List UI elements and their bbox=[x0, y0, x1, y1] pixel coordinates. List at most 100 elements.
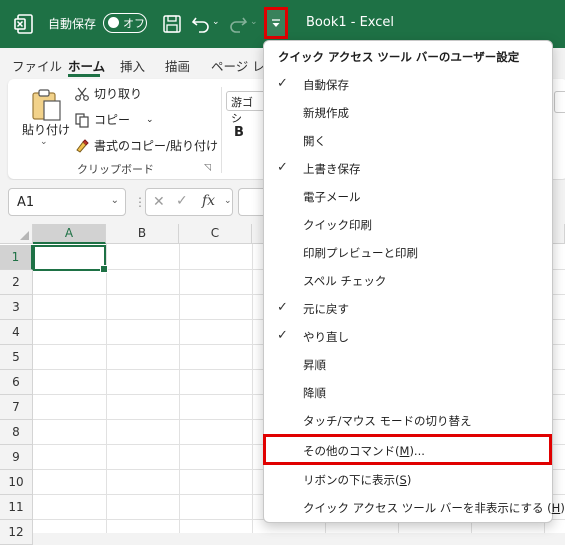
font-size-box[interactable] bbox=[554, 91, 565, 113]
row-header-5[interactable]: 5 bbox=[0, 345, 33, 370]
cut-label: 切り取り bbox=[94, 87, 143, 101]
menu-item-label: 自動保存 bbox=[303, 78, 349, 92]
cut-button[interactable]: 切り取り bbox=[74, 85, 142, 102]
menu-item-label: 元に戻す bbox=[303, 302, 349, 316]
menu-item-label: タッチ/マウス モードの切り替え bbox=[303, 414, 472, 428]
row-header-10[interactable]: 10 bbox=[0, 470, 33, 495]
insert-function-button[interactable]: fx bbox=[202, 193, 215, 209]
column-header-a[interactable]: A bbox=[33, 224, 106, 244]
menu-item-redo[interactable]: ✓ やり直し bbox=[265, 323, 551, 351]
menu-item-more-commands[interactable]: その他のコマンド(M)... bbox=[265, 437, 551, 465]
access-key: H bbox=[551, 501, 561, 515]
dialog-launcher-icon[interactable]: ◹ bbox=[204, 163, 211, 173]
access-key: S bbox=[399, 473, 407, 487]
column-header-b[interactable]: B bbox=[106, 224, 179, 244]
menu-item-sort-ascending[interactable]: 昇順 bbox=[265, 351, 551, 379]
grid-line bbox=[179, 244, 180, 533]
label-part: ) bbox=[406, 473, 412, 487]
menu-item-hide-qat[interactable]: クイック アクセス ツール バーを非表示にする (H) bbox=[265, 494, 565, 522]
menu-item-print-preview[interactable]: 印刷プレビューと印刷 bbox=[265, 239, 551, 267]
row-header-11[interactable]: 11 bbox=[0, 495, 33, 520]
format-painter-icon bbox=[76, 138, 89, 153]
qat-customize-button[interactable] bbox=[267, 10, 285, 36]
menu-item-label: 開く bbox=[303, 134, 326, 148]
select-all-button[interactable] bbox=[0, 224, 33, 244]
formula-bar-grip-icon[interactable]: ⋮ bbox=[134, 195, 146, 209]
menu-item-undo[interactable]: ✓ 元に戻す bbox=[265, 295, 551, 323]
autosave-toggle-state: オフ bbox=[123, 17, 145, 30]
column-header-c[interactable]: C bbox=[179, 224, 252, 244]
menu-item-email[interactable]: 電子メール bbox=[265, 183, 551, 211]
row-header-9[interactable]: 9 bbox=[0, 445, 33, 470]
format-painter-label: 書式のコピー/貼り付け bbox=[94, 139, 219, 153]
menu-item-label: リボンの下に表示(S) bbox=[303, 472, 411, 488]
tab-file[interactable]: ファイル bbox=[12, 56, 62, 75]
menu-item-show-below-ribbon[interactable]: リボンの下に表示(S) bbox=[265, 466, 551, 494]
enter-icon[interactable]: ✓ bbox=[176, 193, 188, 209]
grid-line bbox=[106, 244, 107, 533]
menu-item-open[interactable]: 開く bbox=[265, 127, 551, 155]
redo-dropdown-icon[interactable]: ⌄ bbox=[250, 17, 258, 27]
autosave-toggle[interactable]: オフ bbox=[103, 13, 147, 33]
row-header-8[interactable]: 8 bbox=[0, 420, 33, 445]
row-header-1[interactable]: 1 bbox=[0, 245, 33, 270]
paste-dropdown-icon[interactable]: ⌄ bbox=[40, 137, 48, 147]
font-name-box[interactable]: 游ゴシ bbox=[226, 91, 266, 125]
tab-insert[interactable]: 挿入 bbox=[120, 56, 145, 75]
menu-item-quick-print[interactable]: クイック印刷 bbox=[265, 211, 551, 239]
fill-handle[interactable] bbox=[100, 265, 108, 273]
menu-item-label: やり直し bbox=[303, 330, 349, 344]
menu-item-label: 電子メール bbox=[303, 190, 361, 204]
undo-icon[interactable] bbox=[189, 12, 213, 36]
copy-label: コピー bbox=[94, 113, 131, 127]
checkmark-icon: ✓ bbox=[277, 328, 288, 343]
menu-item-label: スペル チェック bbox=[303, 274, 387, 288]
scissors-icon bbox=[75, 87, 89, 101]
tab-home[interactable]: ホーム bbox=[68, 56, 105, 75]
paste-icon[interactable] bbox=[30, 87, 64, 123]
tab-draw[interactable]: 描画 bbox=[165, 56, 190, 75]
function-dropdown-icon[interactable]: ⌄ bbox=[224, 196, 232, 206]
copy-button[interactable]: コピー ⌄ bbox=[74, 111, 154, 128]
label-part: ) bbox=[560, 501, 565, 515]
cancel-icon[interactable]: ✕ bbox=[153, 194, 165, 210]
name-box[interactable]: A1 ⌄ bbox=[8, 188, 126, 216]
row-header-6[interactable]: 6 bbox=[0, 370, 33, 395]
undo-dropdown-icon[interactable]: ⌄ bbox=[212, 17, 220, 27]
active-cell-a1[interactable] bbox=[33, 245, 108, 273]
label-part: リボンの下に表示( bbox=[303, 473, 400, 487]
ribbon-separator bbox=[221, 87, 222, 173]
checkmark-icon: ✓ bbox=[277, 160, 288, 175]
clipboard-group-label: クリップボード bbox=[77, 163, 154, 176]
access-key: M bbox=[399, 444, 410, 458]
bold-button[interactable]: B bbox=[234, 125, 244, 140]
menu-item-save[interactable]: ✓ 上書き保存 bbox=[265, 155, 551, 183]
excel-doc-icon[interactable] bbox=[13, 13, 35, 35]
qat-dropdown-icon bbox=[272, 19, 280, 27]
name-box-dropdown-icon[interactable]: ⌄ bbox=[111, 195, 119, 206]
menu-item-spelling[interactable]: スペル チェック bbox=[265, 267, 551, 295]
menu-item-touch-mouse-mode[interactable]: タッチ/マウス モードの切り替え bbox=[265, 407, 551, 435]
copy-icon bbox=[75, 112, 89, 128]
format-painter-button[interactable]: 書式のコピー/貼り付け bbox=[74, 137, 218, 154]
row-header-4[interactable]: 4 bbox=[0, 320, 33, 345]
copy-dropdown-icon[interactable]: ⌄ bbox=[146, 115, 154, 125]
menu-item-new[interactable]: 新規作成 bbox=[265, 99, 551, 127]
row-header-7[interactable]: 7 bbox=[0, 395, 33, 420]
menu-item-label: クイック印刷 bbox=[303, 218, 372, 232]
row-header-3[interactable]: 3 bbox=[0, 295, 33, 320]
label-part: )... bbox=[409, 444, 425, 458]
redo-icon[interactable] bbox=[226, 12, 250, 36]
menu-item-label: 昇順 bbox=[303, 358, 326, 372]
menu-item-autosave[interactable]: ✓ 自動保存 bbox=[265, 71, 551, 99]
name-box-value: A1 bbox=[17, 195, 35, 210]
menu-item-label: 印刷プレビューと印刷 bbox=[303, 246, 418, 260]
menu-title: クイック アクセス ツール バーのユーザー設定 bbox=[278, 50, 520, 64]
checkmark-icon: ✓ bbox=[277, 76, 288, 91]
menu-item-sort-descending[interactable]: 降順 bbox=[265, 379, 551, 407]
paste-button[interactable]: 貼り付け bbox=[22, 121, 70, 138]
tab-page-layout[interactable]: ページ レ bbox=[211, 56, 265, 75]
autosave-label: 自動保存 bbox=[48, 17, 97, 31]
row-header-2[interactable]: 2 bbox=[0, 270, 33, 295]
save-icon[interactable] bbox=[160, 12, 184, 36]
